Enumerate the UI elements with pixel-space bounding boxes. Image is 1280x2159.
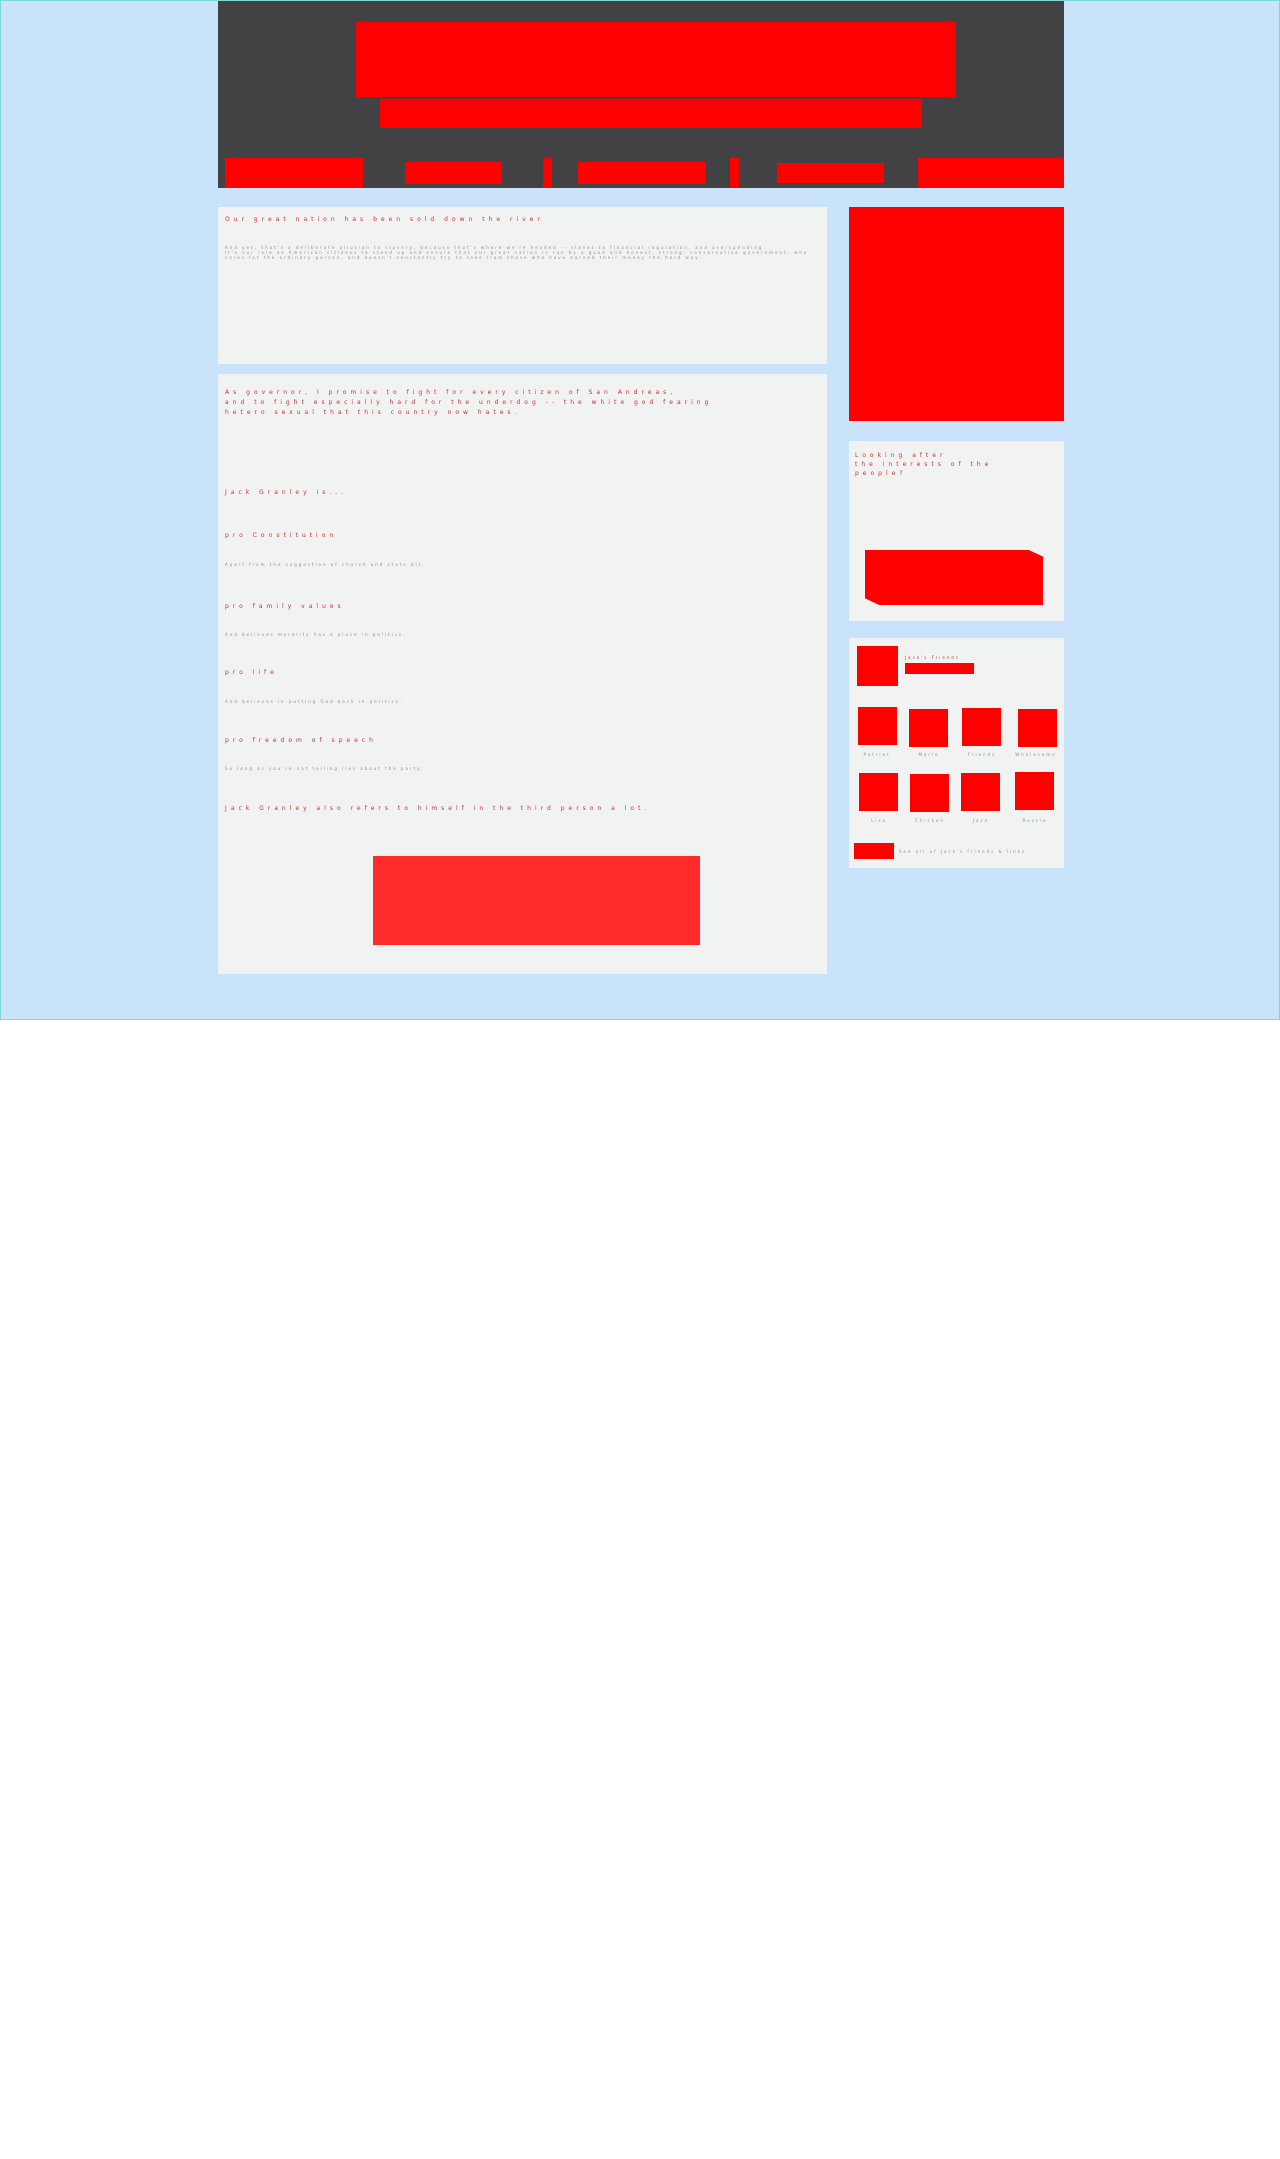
page-background: Our great nation has been sold down the …	[0, 0, 1280, 1020]
poll-panel: Looking after the interests of the peopl…	[849, 441, 1064, 621]
position-heading: pro family values	[225, 603, 345, 610]
candidate-photo	[849, 207, 1064, 421]
nav-divider	[543, 158, 552, 188]
friend-label[interactable]: Bessie	[1010, 818, 1060, 823]
position-detail: So long as you're not telling lies about…	[225, 766, 425, 771]
poll-title: Looking after the interests of the peopl…	[855, 452, 993, 477]
position-heading: pro freedom of speech	[225, 737, 377, 744]
platform-panel: As governor, I promise to fight for ever…	[218, 374, 827, 974]
friend-label[interactable]: Patriot	[852, 752, 902, 757]
position-heading: pro Constitution	[225, 532, 338, 539]
platform-lead: Jack Granley is...	[225, 489, 348, 496]
friends-count-bar	[905, 663, 974, 674]
nav-item-policies[interactable]	[578, 162, 706, 184]
article-body: And yes, that's a deliberate allusion to…	[225, 245, 809, 260]
friend-thumbnail[interactable]	[858, 707, 897, 745]
friend-label[interactable]: Friends	[957, 752, 1007, 757]
friend-label[interactable]: Jace	[956, 818, 1006, 823]
campaign-image	[373, 856, 700, 945]
position-detail: And believes in putting God back in poli…	[225, 699, 404, 704]
nav-item-contact[interactable]	[918, 158, 1064, 188]
friend-label[interactable]: Chicken	[905, 818, 955, 823]
friend-label[interactable]: Marie	[904, 752, 954, 757]
view-all-button[interactable]	[854, 843, 894, 859]
avatar	[857, 646, 898, 686]
position-detail: Apart from the suggestion of church and …	[225, 562, 426, 567]
friend-thumbnail[interactable]	[909, 709, 948, 747]
friend-thumbnail[interactable]	[961, 773, 1000, 811]
nav-item-home[interactable]	[225, 158, 363, 188]
nav-bar	[218, 158, 1064, 188]
platform-intro: As governor, I promise to fight for ever…	[225, 389, 713, 416]
friend-label[interactable]: Wholesome	[1011, 752, 1061, 757]
friend-thumbnail[interactable]	[859, 773, 898, 811]
article-title: Our great nation has been sold down the …	[225, 216, 544, 223]
site-logo-banner	[356, 22, 956, 97]
nav-item-about[interactable]	[405, 162, 502, 184]
friend-label[interactable]: Lisa	[854, 818, 904, 823]
nav-item-news[interactable]	[777, 163, 884, 183]
article-panel: Our great nation has been sold down the …	[218, 207, 827, 364]
position-detail: And believes morality has a place in pol…	[225, 632, 407, 637]
site-tagline-banner	[380, 99, 922, 128]
poll-vote-button[interactable]	[865, 550, 1043, 605]
position-heading: pro life	[225, 669, 278, 676]
platform-closing: Jack Granley also refers to himself in t…	[225, 805, 651, 812]
nav-divider	[730, 158, 739, 188]
friend-thumbnail[interactable]	[910, 774, 949, 812]
friend-thumbnail[interactable]	[1015, 772, 1054, 810]
site-header	[218, 1, 1064, 158]
friends-heading: Jack's Friends	[905, 655, 960, 660]
friends-footer-link[interactable]: See all of Jack's friends & links	[899, 849, 1064, 854]
friend-thumbnail[interactable]	[1018, 709, 1057, 747]
friend-thumbnail[interactable]	[962, 708, 1001, 746]
friends-panel: Jack's Friends Patriot Marie Friends Who…	[849, 638, 1064, 868]
